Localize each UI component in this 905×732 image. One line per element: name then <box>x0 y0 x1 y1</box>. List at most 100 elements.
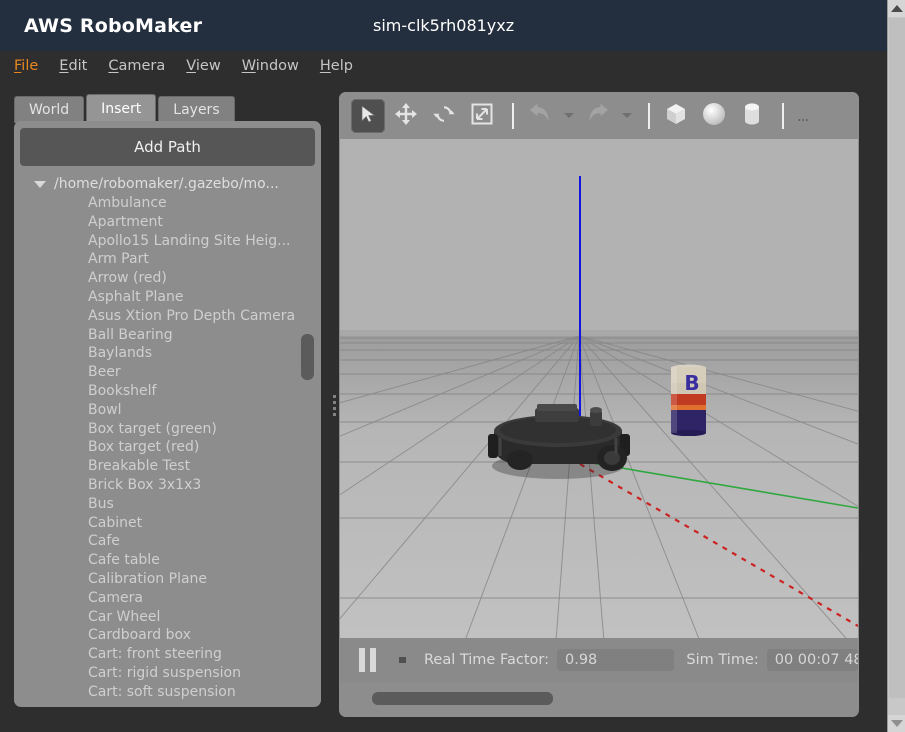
toolbar-separator-3 <box>782 102 784 129</box>
model-list-item[interactable]: Apartment <box>14 213 321 232</box>
triangle-down-icon <box>890 720 903 727</box>
splitter-grip-icon <box>333 395 336 417</box>
model-list: Ambulance Apartment Apollo15 Landing Site … <box>14 194 321 702</box>
model-list-item[interactable]: Bowl <box>14 401 321 420</box>
model-list-item[interactable]: Arm Part <box>14 250 321 269</box>
model-list-item[interactable]: Car Wheel <box>14 608 321 627</box>
model-list-item[interactable]: Apollo15 Landing Site Heig... <box>14 232 321 251</box>
menu-label-help-rest: elp <box>330 58 353 74</box>
window-vertical-scrollbar[interactable] <box>887 0 905 732</box>
model-list-scrollbar-track[interactable] <box>301 181 314 693</box>
model-list-item[interactable]: Bus <box>14 495 321 514</box>
menu-label-camera-rest: amera <box>118 58 166 74</box>
model-list-item[interactable]: Asphalt Plane <box>14 288 321 307</box>
real-time-factor-value: 0.98 <box>556 649 675 671</box>
scroll-down-arrow-icon[interactable] <box>888 715 905 732</box>
cube-icon <box>663 101 689 131</box>
undo-arrow-icon <box>528 103 552 129</box>
sim-time-value: 00 00:07 48.3 <box>766 649 858 671</box>
axis-z-line <box>579 176 581 421</box>
tab-world[interactable]: World <box>14 96 85 123</box>
toolbar-separator-2 <box>648 102 650 129</box>
pause-bar-right <box>369 648 376 672</box>
model-list-item[interactable]: Asus Xtion Pro Depth Camera <box>14 307 321 326</box>
scroll-up-arrow-icon[interactable] <box>888 0 905 17</box>
viewport-toolbar: ... <box>339 92 859 139</box>
step-icon <box>398 657 406 663</box>
model-list-item[interactable]: Beer <box>14 363 321 382</box>
model-list-item[interactable]: Arrow (red) <box>14 269 321 288</box>
step-button[interactable] <box>392 647 412 673</box>
model-list-item[interactable]: Ambulance <box>14 194 321 213</box>
select-tool-button[interactable] <box>351 98 385 133</box>
panel-splitter[interactable] <box>330 81 339 724</box>
beer-can-logo-letter: B <box>684 371 699 395</box>
undo-history-dropdown[interactable] <box>561 101 577 131</box>
viewport-horizontal-scrollbar[interactable] <box>340 683 858 717</box>
insert-panel-body: Add Path /home/robomaker/.gazebo/mo... A… <box>14 121 321 707</box>
gazebo-3d-viewport[interactable]: B <box>340 139 858 654</box>
model-list-item[interactable]: Box target (green) <box>14 420 321 439</box>
left-panel: World Insert Layers Add Path /home/robom… <box>0 81 330 724</box>
pause-button[interactable] <box>354 647 380 673</box>
menu-item-help[interactable]: Help <box>320 58 353 74</box>
turtlebot-robot-model[interactable] <box>480 394 640 488</box>
menu-item-camera[interactable]: Camera <box>108 58 165 74</box>
rotate-tool-button[interactable] <box>427 99 461 133</box>
undo-button[interactable] <box>523 99 557 133</box>
redo-history-dropdown[interactable] <box>619 101 635 131</box>
model-list-item[interactable]: Ball Bearing <box>14 326 321 345</box>
toolbar-overflow-button[interactable]: ... <box>797 108 809 123</box>
add-path-button[interactable]: Add Path <box>20 128 315 166</box>
model-list-item[interactable]: Calibration Plane <box>14 570 321 589</box>
model-list-item[interactable]: Breakable Test <box>14 457 321 476</box>
model-list-item[interactable]: Cart: soft suspension <box>14 683 321 702</box>
model-tree-root-label: /home/robomaker/.gazebo/mo... <box>54 176 279 192</box>
menu-item-file[interactable]: File <box>14 58 38 74</box>
model-list-item[interactable]: Baylands <box>14 344 321 363</box>
model-list-item[interactable]: Cardboard box <box>14 626 321 645</box>
real-time-factor-label: Real Time Factor: <box>424 652 549 668</box>
pause-bar-left <box>358 648 365 672</box>
model-list-item[interactable]: Box target (red) <box>14 438 321 457</box>
menu-item-view[interactable]: View <box>186 58 220 74</box>
window-vertical-scrollbar-thumb[interactable] <box>889 18 905 698</box>
model-tree-root[interactable]: /home/robomaker/.gazebo/mo... <box>14 174 321 194</box>
redo-arrow-icon <box>586 103 610 129</box>
menu-bar: File Edit Camera View Window Help <box>0 51 887 81</box>
panel-tab-row: World Insert Layers <box>14 94 237 123</box>
redo-button[interactable] <box>581 99 615 133</box>
model-list-item[interactable]: Camera <box>14 589 321 608</box>
chevron-down-icon <box>34 180 46 188</box>
app-title: AWS RoboMaker <box>24 14 203 37</box>
chevron-down-icon <box>622 113 632 118</box>
insert-sphere-button[interactable] <box>697 99 731 133</box>
translate-tool-button[interactable] <box>389 99 423 133</box>
viewport-horizontal-scrollbar-thumb[interactable] <box>372 692 553 705</box>
model-list-item[interactable]: Cafe table <box>14 551 321 570</box>
render-panel: ... B Real Time Factor: 0.98 Sim Time: 0… <box>339 92 859 717</box>
model-list-scrollbar-thumb[interactable] <box>301 334 314 380</box>
tab-layers[interactable]: Layers <box>158 96 235 123</box>
rotate-arrows-icon <box>432 102 456 130</box>
scale-tool-button[interactable] <box>465 99 499 133</box>
tab-insert[interactable]: Insert <box>86 94 157 123</box>
model-list-item[interactable]: Cart: front steering <box>14 645 321 664</box>
model-list-item[interactable]: Cabinet <box>14 514 321 533</box>
axis-x-line <box>579 463 858 627</box>
menu-label-view-rest: iew <box>195 58 221 74</box>
title-bar: AWS RoboMaker sim-clk5rh081yxz <box>0 0 887 51</box>
model-list-item[interactable]: Cart: rigid suspension <box>14 664 321 683</box>
menu-label-edit-rest: dit <box>68 58 88 74</box>
simulation-status-bar: Real Time Factor: 0.98 Sim Time: 00 00:0… <box>340 638 858 682</box>
menu-item-window[interactable]: Window <box>242 58 299 74</box>
insert-cylinder-button[interactable] <box>735 99 769 133</box>
model-list-item[interactable]: Cafe <box>14 532 321 551</box>
menu-item-edit[interactable]: Edit <box>59 58 87 74</box>
beer-can-model[interactable]: B <box>665 364 713 440</box>
sky-background <box>340 139 858 336</box>
model-list-item[interactable]: Bookshelf <box>14 382 321 401</box>
sphere-icon <box>701 101 727 131</box>
insert-box-button[interactable] <box>659 99 693 133</box>
model-list-item[interactable]: Brick Box 3x1x3 <box>14 476 321 495</box>
